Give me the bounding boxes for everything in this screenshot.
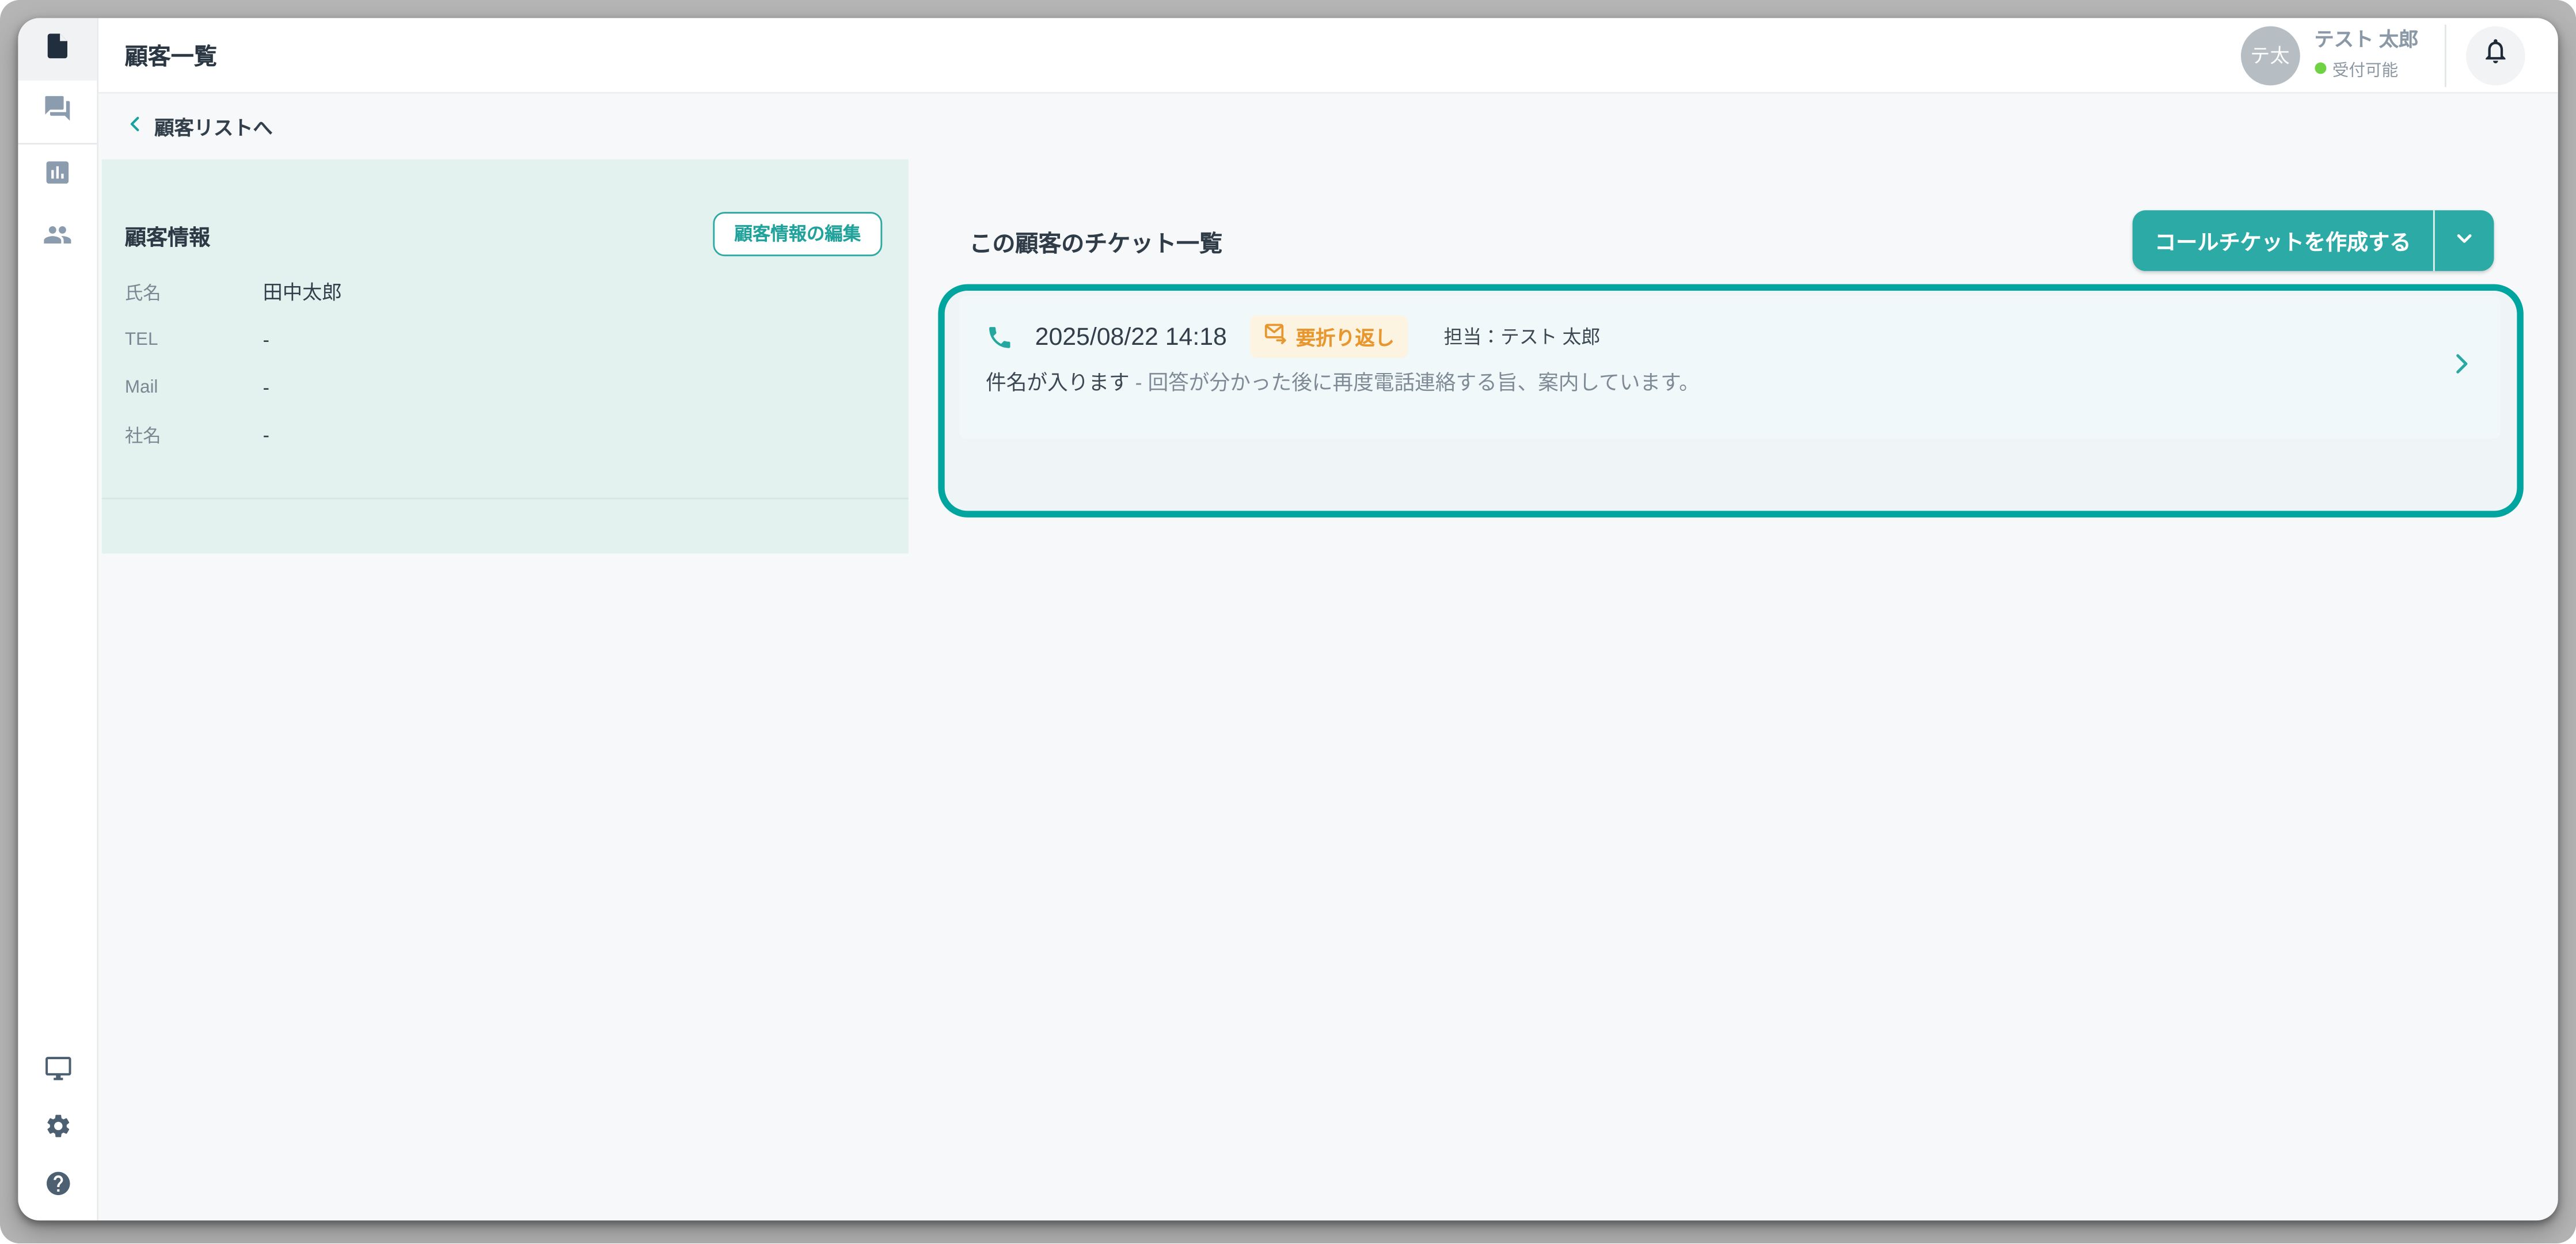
main-content: 顧客リストへ 顧客情報 顧客情報の編集 氏名 田中太郎 TEL - Mail <box>98 94 2558 1220</box>
app-window: 顧客一覧 テ太 テスト 太郎 受付可能 <box>18 18 2558 1220</box>
avatar[interactable]: テ太 <box>2240 25 2300 85</box>
ticket-meta-row: 2025/08/22 14:18 要折り返し 担当：テスト 太郎 <box>986 315 1600 358</box>
chart-icon <box>43 157 72 195</box>
ticket-datetime: 2025/08/22 14:18 <box>1035 323 1227 351</box>
ticket-summary-row: 件名が入ります - 回答が分かった後に再度電話連絡する旨、案内しています。 <box>986 368 1700 397</box>
customer-info-panel: 顧客情報 顧客情報の編集 氏名 田中太郎 TEL - Mail - <box>102 159 909 554</box>
monitor-icon <box>44 1053 72 1090</box>
field-row-name: 氏名 田中太郎 <box>125 268 886 315</box>
status-text: 受付可能 <box>2332 55 2398 80</box>
ticket-list-highlight-box: 2025/08/22 14:18 要折り返し 担当：テスト 太郎 件名が入ります… <box>938 284 2524 518</box>
customer-info-title: 顧客情報 <box>125 220 210 251</box>
ticket-section-title: この顧客のチケット一覧 <box>970 227 1222 260</box>
sidebar-item-settings[interactable] <box>18 1101 97 1158</box>
sidebar-item-chat[interactable] <box>18 81 97 143</box>
user-name: テスト 太郎 <box>2314 31 2418 52</box>
ticket-description: 回答が分かった後に再度電話連絡する旨、案内しています。 <box>1148 371 1699 394</box>
breadcrumb-label: 顧客リストへ <box>154 112 272 140</box>
sidebar-item-documents[interactable] <box>18 18 97 80</box>
phone-icon <box>986 323 1014 351</box>
sidebar <box>18 18 98 1220</box>
ticket-subject: 件名が入ります <box>986 371 1130 394</box>
document-icon <box>43 31 72 69</box>
sidebar-item-reports[interactable] <box>18 144 97 207</box>
callback-required-badge: 要折り返し <box>1250 315 1408 358</box>
ticket-assignee: 担当：テスト 太郎 <box>1444 324 1601 350</box>
field-value: - <box>263 423 269 446</box>
status-dot-icon <box>2314 62 2326 73</box>
header-divider <box>2445 24 2446 86</box>
notifications-button[interactable] <box>2466 25 2525 85</box>
field-row-company: 社名 - <box>125 410 886 458</box>
header-right-group: テ太 テスト 太郎 受付可能 <box>2240 24 2558 86</box>
user-menu[interactable]: テスト 太郎 受付可能 <box>2314 31 2418 80</box>
create-ticket-split-button: コールチケットを作成する <box>2133 210 2494 271</box>
help-icon <box>44 1169 72 1205</box>
field-label: 社名 <box>125 421 263 448</box>
field-value: - <box>263 328 269 351</box>
field-value: 田中太郎 <box>263 277 342 306</box>
badge-label: 要折り返し <box>1296 323 1395 351</box>
chevron-left-icon <box>127 112 145 141</box>
field-row-mail: Mail - <box>125 363 886 411</box>
ticket-separator: - <box>1130 371 1148 394</box>
customer-fields: 氏名 田中太郎 TEL - Mail - 社名 - <box>125 268 886 458</box>
people-icon <box>43 219 72 257</box>
user-status: 受付可能 <box>2314 55 2418 80</box>
mail-forward-icon <box>1263 320 1288 353</box>
field-label: TEL <box>125 329 263 349</box>
field-label: 氏名 <box>125 279 263 305</box>
breadcrumb-back-link[interactable]: 顧客リストへ <box>127 94 273 159</box>
gear-icon <box>44 1111 72 1147</box>
field-row-tel: TEL - <box>125 315 886 363</box>
field-value: - <box>263 375 269 398</box>
create-call-ticket-button[interactable]: コールチケットを作成する <box>2133 210 2433 271</box>
sidebar-bottom-group <box>18 1043 95 1216</box>
page-title: 顧客一覧 <box>125 39 217 71</box>
sidebar-item-workspace[interactable] <box>18 1043 97 1101</box>
field-label: Mail <box>125 377 263 397</box>
chevron-down-icon <box>2455 226 2474 255</box>
screenshot-frame: 顧客一覧 テ太 テスト 太郎 受付可能 <box>0 0 2576 1244</box>
sidebar-item-help[interactable] <box>18 1158 97 1216</box>
create-ticket-dropdown-toggle[interactable] <box>2435 210 2494 271</box>
sidebar-item-customers[interactable] <box>18 207 97 269</box>
panel-divider <box>102 498 909 500</box>
bell-icon <box>2481 36 2510 74</box>
chevron-right-icon <box>2449 351 2474 383</box>
chat-icon <box>43 93 72 131</box>
edit-customer-button[interactable]: 顧客情報の編集 <box>713 212 882 256</box>
top-header: 顧客一覧 テ太 テスト 太郎 受付可能 <box>98 18 2558 93</box>
ticket-row[interactable]: 2025/08/22 14:18 要折り返し 担当：テスト 太郎 件名が入ります… <box>959 296 2500 439</box>
